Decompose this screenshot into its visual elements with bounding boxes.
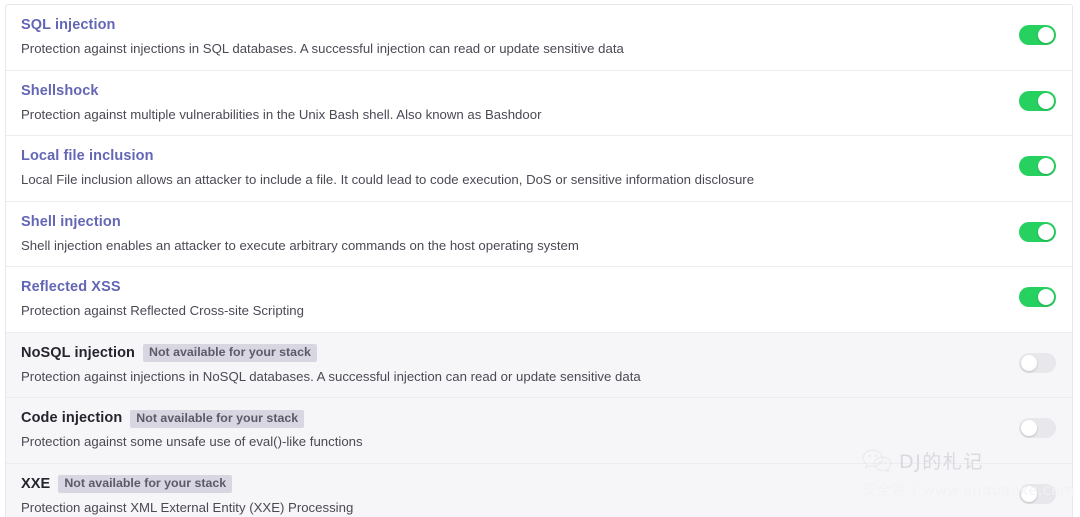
- protection-title-line: Reflected XSS: [21, 278, 984, 297]
- toggle-knob: [1038, 158, 1054, 174]
- protection-title[interactable]: Shellshock: [21, 82, 99, 101]
- protection-description: Protection against Reflected Cross-site …: [21, 303, 304, 318]
- protection-toggle-switch[interactable]: [1019, 221, 1056, 242]
- protections-rows-container: SQL injection Protection against injectio…: [6, 5, 1072, 517]
- unavailable-badge: Not available for your stack: [58, 475, 233, 493]
- protection-description: Shell injection enables an attacker to e…: [21, 237, 579, 253]
- protection-toggle-cell: [1004, 16, 1056, 45]
- protection-toggle-switch[interactable]: [1019, 25, 1056, 45]
- toggle-knob: [1038, 289, 1054, 305]
- protection-toggle-cell: [1004, 475, 1056, 504]
- protection-toggle-cell: [1004, 278, 1056, 307]
- protection-row-body: NoSQL injection Not available for your st…: [21, 344, 1004, 386]
- protection-title-line: NoSQL injection Not available for your st…: [21, 344, 984, 363]
- protection-row-body: Local file inclusion Local File inclusion…: [21, 147, 1004, 189]
- toggle-knob: [1038, 92, 1054, 109]
- protection-title-line: Shell injection: [21, 213, 984, 232]
- protection-toggle-switch[interactable]: [1019, 483, 1056, 504]
- toggle-knob: [1038, 223, 1054, 240]
- protection-toggle-switch[interactable]: [1019, 287, 1056, 307]
- protection-title: XXE: [21, 475, 51, 492]
- protection-description: Protection against some unsafe use of ev…: [21, 434, 363, 449]
- protection-toggle-switch[interactable]: [1019, 418, 1056, 438]
- protection-title-line: XXE Not available for your stack: [21, 475, 984, 494]
- protection-title-line: SQL injection: [21, 16, 984, 35]
- protection-title-line: Local file inclusion: [21, 147, 984, 166]
- unavailable-badge: Not available for your stack: [130, 409, 305, 428]
- protection-toggle-cell: [1004, 147, 1056, 176]
- toggle-knob: [1021, 420, 1037, 436]
- protection-row-body: Code injection Not available for your sta…: [21, 409, 1004, 451]
- unavailable-badge: Not available for your stack: [143, 344, 317, 362]
- protection-title[interactable]: Local file inclusion: [21, 147, 154, 166]
- protection-row-body: XXE Not available for your stack Protectio…: [21, 475, 1004, 517]
- protection-row: SQL injection Protection against injectio…: [6, 5, 1072, 71]
- protection-row: Local file inclusion Local File inclusion…: [6, 136, 1072, 202]
- protection-toggle-switch[interactable]: [1019, 352, 1056, 373]
- protection-row: Reflected XSS Protection against Reflecte…: [6, 267, 1072, 333]
- protection-title[interactable]: Reflected XSS: [21, 278, 121, 297]
- protection-title: NoSQL injection: [21, 344, 136, 361]
- protection-toggle-switch[interactable]: [1019, 90, 1056, 111]
- protection-description: Protection against XML External Entity (…: [21, 499, 354, 515]
- protection-title-line: Code injection Not available for your sta…: [21, 409, 984, 428]
- protection-toggle-cell: [1004, 344, 1056, 373]
- page-root: SQL injection Protection against injectio…: [0, 0, 1080, 517]
- protection-toggle-cell: [1004, 409, 1056, 438]
- protection-title[interactable]: SQL injection: [21, 16, 116, 35]
- toggle-knob: [1021, 354, 1037, 371]
- protection-title[interactable]: Shell injection: [21, 213, 121, 232]
- protection-description: Local File inclusion allows an attacker …: [21, 172, 755, 187]
- protection-row-body: Shell injection Shell injection enables a…: [21, 213, 1004, 255]
- protection-toggle-switch[interactable]: [1019, 156, 1056, 176]
- protection-toggle-cell: [1004, 213, 1056, 242]
- protection-row: NoSQL injection Not available for your st…: [6, 332, 1072, 398]
- toggle-knob: [1038, 27, 1054, 43]
- protection-description: Protection against injections in SQL dat…: [21, 41, 624, 56]
- protections-list-card: SQL injection Protection against injectio…: [5, 4, 1073, 517]
- protection-title-line: Shellshock: [21, 82, 984, 101]
- protection-toggle-cell: [1004, 82, 1056, 111]
- protection-row: XXE Not available for your stack Protectio…: [6, 463, 1072, 517]
- protection-row: Code injection Not available for your sta…: [6, 398, 1072, 464]
- protection-description: Protection against injections in NoSQL d…: [21, 368, 641, 384]
- protection-row-body: SQL injection Protection against injectio…: [21, 16, 1004, 58]
- protection-row-body: Shellshock Protection against multiple vu…: [21, 82, 1004, 124]
- protection-description: Protection against multiple vulnerabilit…: [21, 106, 542, 122]
- protection-title: Code injection: [21, 410, 123, 426]
- protection-row: Shell injection Shell injection enables a…: [6, 201, 1072, 267]
- toggle-knob: [1021, 485, 1037, 502]
- protection-row-body: Reflected XSS Protection against Reflecte…: [21, 278, 1004, 320]
- protection-row: Shellshock Protection against multiple vu…: [6, 70, 1072, 136]
